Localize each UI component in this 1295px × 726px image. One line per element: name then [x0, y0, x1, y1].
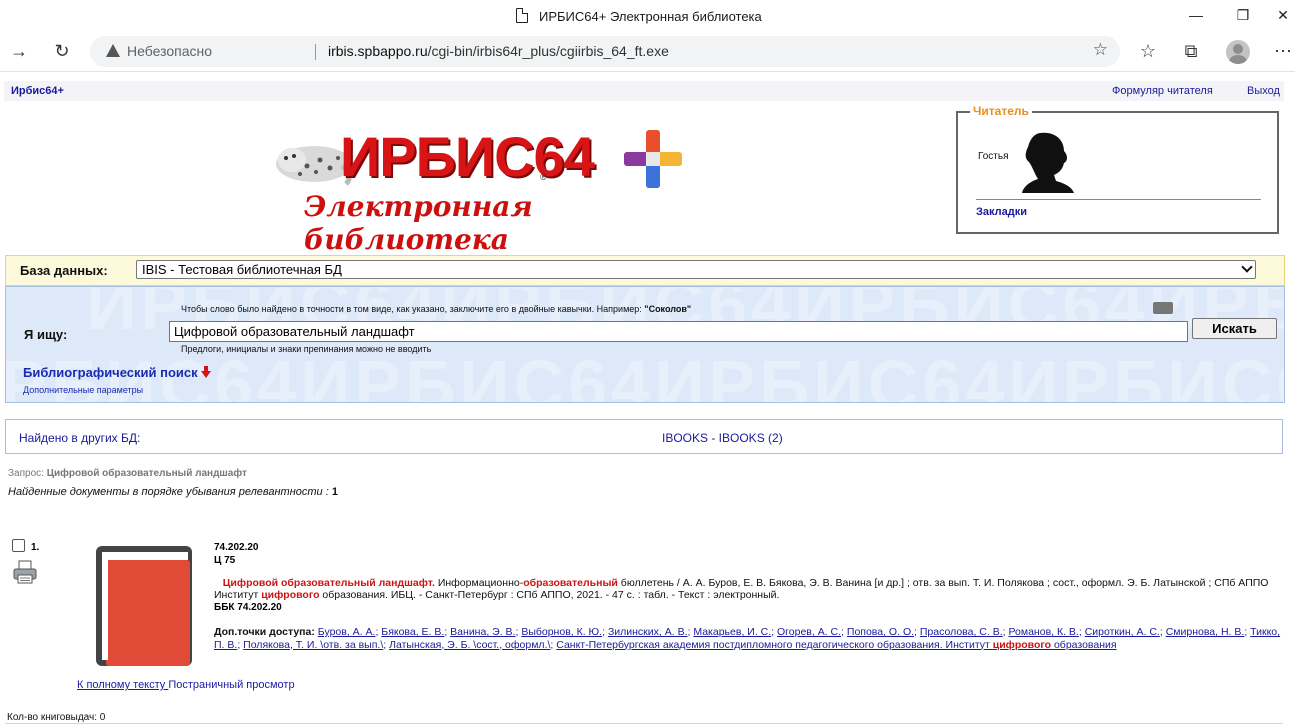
- window-title: ИРБИС64+ Электронная библиотека: [539, 9, 762, 24]
- other-databases-label: Найдено в других БД:: [19, 431, 141, 445]
- record-bbk: ББК 74.202.20: [214, 602, 282, 613]
- database-bar: База данных: IBIS - Тестовая библиотечна…: [5, 255, 1285, 286]
- url-separator: [315, 44, 316, 60]
- security-label[interactable]: Небезопасно: [127, 43, 212, 59]
- collections-icon[interactable]: ⧉: [1180, 40, 1202, 62]
- prepositions-hint: Предлоги, инициалы и знаки препинания мо…: [181, 344, 432, 354]
- full-text-row: К полному тексту Постраничный просмотр: [77, 679, 295, 691]
- warning-icon: [106, 44, 120, 57]
- record-checkbox[interactable]: [12, 539, 25, 552]
- extra-params-link[interactable]: Дополнительные параметры: [23, 385, 143, 395]
- access-points: Доп.точки доступа: Буров, А. А.; Бякова,…: [214, 626, 1281, 651]
- copies-count: Кол-во книговыдач: 0: [7, 712, 106, 723]
- logout-link[interactable]: Выход: [1247, 85, 1280, 97]
- query-summary: Запрос: Цифровой образовательный ландшаф…: [8, 468, 247, 479]
- reader-name: Гостья: [978, 151, 1009, 162]
- logo-word: ИРБИС64: [340, 125, 595, 188]
- logo-tagline: Электронная библиотека: [304, 190, 533, 256]
- full-text-link[interactable]: К полному тексту: [77, 679, 168, 691]
- access-link[interactable]: Романов, К. В.: [1008, 626, 1078, 638]
- bottom-divider: [5, 723, 1283, 724]
- close-icon[interactable]: ✕: [1273, 6, 1293, 24]
- search-input[interactable]: Цифровой образовательный ландшафт: [169, 321, 1188, 342]
- access-link-organization[interactable]: Санкт-Петербургская академия постдипломн…: [556, 639, 1116, 651]
- url-field[interactable]: Небезопасно irbis.spbappo.ru/cgi-bin/irb…: [90, 36, 1120, 67]
- found-summary: Найденные документы в порядке убывания р…: [8, 486, 338, 498]
- arrow-down-icon[interactable]: [201, 366, 211, 378]
- top-bar: Ирбис64+ Формуляр читателя Выход: [4, 81, 1284, 101]
- page-content: Ирбис64+ Формуляр читателя Выход ИРБИС64…: [0, 72, 1295, 726]
- database-selected-value: IBIS - Тестовая библиотечная БД: [142, 262, 342, 277]
- page-view-link[interactable]: Постраничный просмотр: [168, 679, 294, 691]
- reader-legend: Читатель: [970, 104, 1032, 118]
- window-titlebar: ИРБИС64+ Электронная библиотека — ❐ ✕: [0, 0, 1295, 32]
- database-select[interactable]: IBIS - Тестовая библиотечная БД: [136, 260, 1256, 279]
- search-label: Я ищу:: [24, 327, 68, 342]
- access-link[interactable]: Латынская, Э. Б. \сост., оформл.\: [389, 639, 550, 651]
- chevron-down-icon: [1241, 261, 1253, 273]
- access-link[interactable]: Сироткин, А. С.: [1085, 626, 1160, 638]
- logo-registered: ®: [540, 172, 547, 182]
- access-points-label: Доп.точки доступа:: [214, 626, 315, 638]
- printer-icon[interactable]: [13, 560, 37, 584]
- access-link[interactable]: Ванина, Э. В.: [450, 626, 515, 638]
- ibooks-link[interactable]: IBOOKS - IBOOKS (2): [662, 431, 783, 445]
- record-number: 1.: [31, 542, 40, 553]
- access-link[interactable]: Бякова, Е. В.: [381, 626, 444, 638]
- address-bar: → ↻ Небезопасно irbis.spbappo.ru/cgi-bin…: [0, 32, 1295, 72]
- record-description: Цифровой образовательный ландшафт. Инфор…: [214, 577, 1269, 602]
- access-link[interactable]: Попова, О. О.: [847, 626, 914, 638]
- book-cover-icon[interactable]: [96, 546, 192, 666]
- access-link[interactable]: Прасолова, С. В.: [920, 626, 1003, 638]
- logo-plus-icon: [624, 130, 682, 188]
- record-author-mark: Ц 75: [214, 555, 236, 566]
- bookmarks-link[interactable]: Закладки: [976, 206, 1027, 218]
- reader-panel: Читатель Гостья Закладки: [956, 104, 1279, 234]
- irbis-logo: ИРБИС64 ® Электронная библиотека: [268, 122, 688, 256]
- database-label: База данных:: [20, 263, 108, 278]
- profile-avatar[interactable]: [1226, 40, 1250, 64]
- exact-search-hint: Чтобы слово было найдено в точности в то…: [181, 304, 692, 314]
- search-panel: ИРБИС64ИРБИС64ИРБИС64ИРБИС64 ИРБИС64ИРБИ…: [5, 286, 1285, 403]
- reader-silhouette-icon: [1022, 132, 1074, 193]
- reload-icon[interactable]: ↻: [51, 40, 73, 62]
- maximize-icon[interactable]: ❐: [1233, 6, 1253, 24]
- access-link[interactable]: Выборнов, К. Ю.: [521, 626, 602, 638]
- document-icon: [516, 8, 528, 23]
- add-favorite-icon[interactable]: ☆: [1093, 40, 1108, 60]
- other-databases-panel: Найдено в других БД: IBOOKS - IBOOKS (2): [5, 419, 1283, 454]
- access-link[interactable]: Зилинских, А. В.: [608, 626, 688, 638]
- reader-form-link[interactable]: Формуляр читателя: [1112, 85, 1213, 97]
- search-input-value: Цифровой образовательный ландшафт: [174, 324, 415, 339]
- bibliographic-search-link[interactable]: Библиографический поиск: [23, 365, 198, 380]
- more-icon[interactable]: ⋯: [1272, 40, 1294, 62]
- access-link[interactable]: Смирнова, Н. В.: [1166, 626, 1245, 638]
- keyboard-icon[interactable]: [1153, 302, 1173, 314]
- url-text[interactable]: irbis.spbappo.ru/cgi-bin/irbis64r_plus/c…: [328, 43, 669, 59]
- access-link[interactable]: Полякова, Т. И. \отв. за вып.\: [243, 639, 383, 651]
- record-classification: 74.202.20: [214, 542, 259, 553]
- search-button[interactable]: Искать: [1192, 318, 1277, 339]
- access-link[interactable]: Макарьев, И. С.: [693, 626, 771, 638]
- access-link[interactable]: Буров, А. А.: [318, 626, 376, 638]
- access-link[interactable]: Огорев, А. С.: [777, 626, 841, 638]
- reader-divider: [976, 199, 1261, 200]
- minimize-icon[interactable]: —: [1186, 6, 1206, 24]
- favorites-icon[interactable]: ☆: [1137, 40, 1159, 62]
- brand-label: Ирбис64+: [11, 85, 64, 97]
- forward-icon[interactable]: →: [8, 40, 30, 62]
